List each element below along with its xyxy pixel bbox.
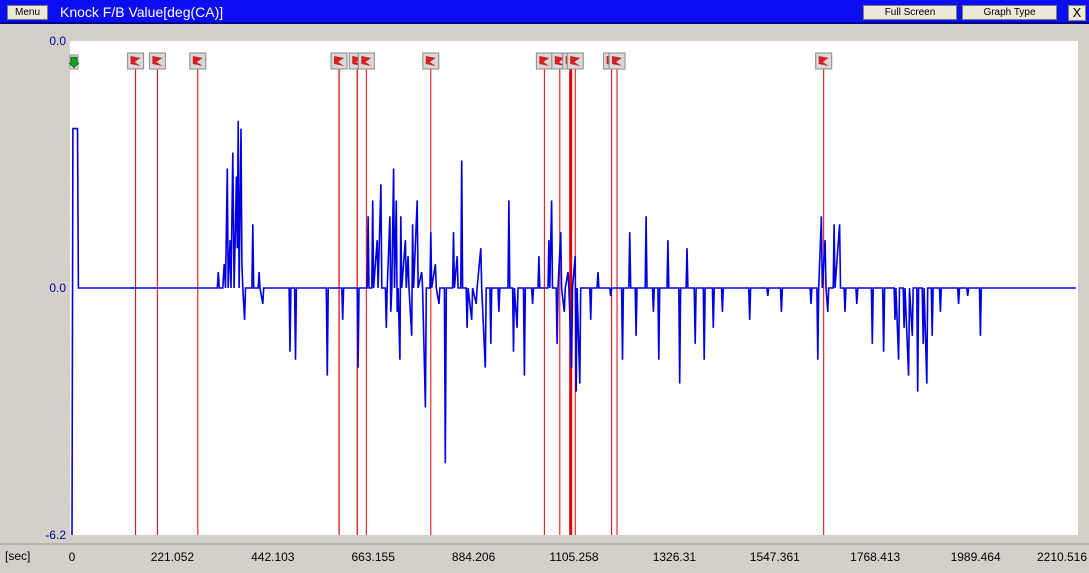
x-tick-label: 663.155: [352, 550, 396, 564]
x-tick-label: 0: [69, 550, 76, 564]
event-flag-icon[interactable]: [535, 52, 553, 70]
event-flag-icon[interactable]: [422, 52, 440, 70]
x-tick-label: 1547.361: [750, 550, 800, 564]
event-flag-icon[interactable]: [357, 52, 375, 70]
x-tick-label: 1326.31: [653, 550, 697, 564]
event-flag-icon[interactable]: [148, 52, 166, 70]
y-tick-label: 0.0: [49, 34, 66, 48]
chart-canvas: 0.0 0.0 -6.2 0 221.052 442.103 663.155 884.206…: [0, 26, 1089, 564]
x-tick-label: 1105.258: [549, 550, 598, 564]
event-flag-icon[interactable]: [330, 52, 348, 70]
event-flag-icon[interactable]: [608, 52, 626, 70]
x-axis-ticks: 0 221.052 442.103 663.155 884.206 1105.258 132…: [69, 550, 1088, 564]
start-marker-icon[interactable]: [68, 54, 80, 70]
x-axis-unit: [sec]: [5, 549, 30, 563]
x-tick-label: 1989.464: [951, 550, 1001, 564]
event-flag-icon[interactable]: [189, 52, 207, 70]
x-tick-label: 221.052: [151, 550, 195, 564]
event-flag-icon[interactable]: [566, 52, 584, 70]
x-tick-label: 2210.516: [1037, 550, 1087, 564]
y-tick-label: -6.2: [45, 528, 66, 542]
event-flag-icon[interactable]: [815, 52, 833, 70]
y-tick-label: 0.0: [49, 281, 66, 295]
x-tick-label: 884.206: [452, 550, 496, 564]
x-tick-label: 1768.413: [850, 550, 900, 564]
event-flag-icon[interactable]: [127, 52, 145, 70]
x-tick-label: 442.103: [251, 550, 295, 564]
